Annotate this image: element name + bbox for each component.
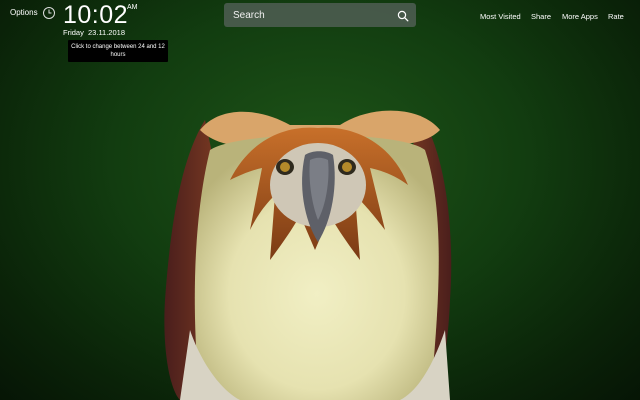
nav-most-visited[interactable]: Most Visited [480, 12, 521, 21]
search-icon[interactable] [397, 9, 409, 22]
clock-icon[interactable] [42, 6, 56, 20]
options-button[interactable]: Options [10, 8, 38, 17]
top-bar: Options 10:02 AM Friday 23.11.2018 Click… [0, 0, 640, 62]
nav-rate[interactable]: Rate [608, 12, 624, 21]
clock-format-tooltip: Click to change between 24 and 12 hours [68, 40, 168, 62]
clock-ampm: AM [127, 4, 138, 11]
nav-more-apps[interactable]: More Apps [562, 12, 598, 21]
search-bar [224, 3, 416, 27]
clock-day: Friday [63, 28, 84, 37]
search-input[interactable] [233, 6, 383, 24]
clock-date: Friday 23.11.2018 [63, 28, 125, 37]
nav-share[interactable]: Share [531, 12, 551, 21]
clock-date-value: 23.11.2018 [88, 28, 125, 37]
clock-time[interactable]: 10:02 [63, 1, 128, 30]
